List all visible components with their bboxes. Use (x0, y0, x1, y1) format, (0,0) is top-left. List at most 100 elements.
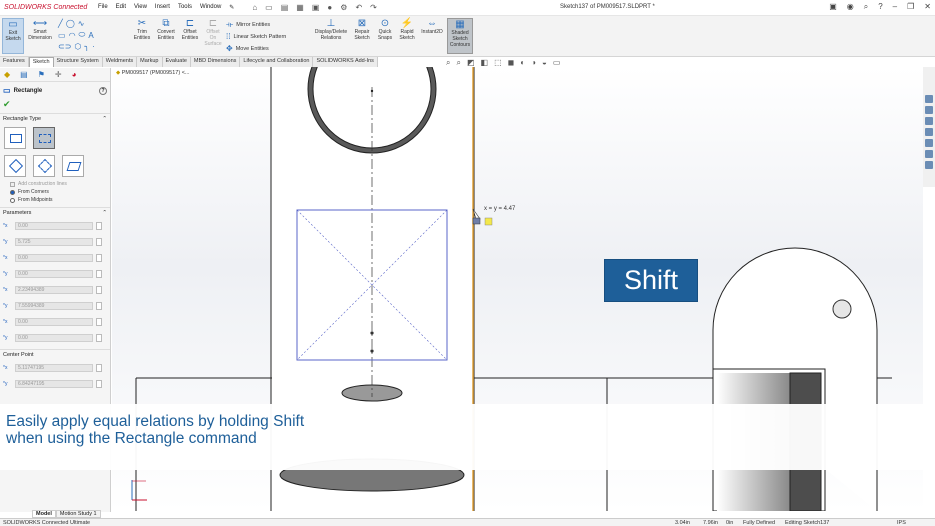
mirror-entities-button[interactable]: ⟛ Mirror Entities (226, 20, 270, 30)
parallelogram-button[interactable] (62, 155, 84, 177)
exit-sketch-button[interactable]: ▭ Exit Sketch (2, 18, 24, 54)
forum-icon[interactable] (925, 161, 933, 169)
param-field[interactable]: 0.00 (15, 254, 93, 262)
param-field[interactable]: 7.55994389 (15, 302, 93, 310)
spline-icon[interactable]: ∿ (78, 19, 85, 28)
polygon-icon[interactable]: ⬡ (74, 42, 81, 51)
menu-view[interactable]: View (134, 4, 147, 11)
display-manager-tab-icon[interactable]: ◕ (72, 70, 77, 79)
home-icon[interactable]: ⌂ (252, 3, 257, 12)
spinner[interactable] (96, 318, 102, 326)
param-field[interactable]: 5.725 (15, 238, 93, 246)
open-icon[interactable]: ▤ (281, 3, 289, 12)
line-icon[interactable]: ╱ (58, 19, 63, 28)
quick-snaps-button[interactable]: ⊙ Quick Snaps (375, 18, 395, 41)
smart-dimension-button[interactable]: ⟷ Smart Dimension (26, 18, 54, 41)
param-field[interactable]: 0.00 (15, 222, 93, 230)
rapid-sketch-button[interactable]: ⚡ Rapid Sketch (397, 18, 417, 41)
dimxpert-tab-icon[interactable]: ✛ (55, 70, 62, 79)
spinner[interactable] (96, 270, 102, 278)
param-field[interactable]: 2.23494389 (15, 286, 93, 294)
status-units[interactable]: IPS (897, 520, 906, 526)
tab-model[interactable]: Model (32, 510, 56, 518)
menu-file[interactable]: File (98, 4, 108, 11)
file-explorer-icon[interactable] (925, 117, 933, 125)
design-library-icon[interactable] (925, 106, 933, 114)
spinner[interactable] (96, 364, 102, 372)
trim-entities-button[interactable]: ✂ Trim Entities (132, 18, 152, 41)
menu-insert[interactable]: Insert (155, 4, 170, 11)
spinner[interactable] (96, 334, 102, 342)
save-icon[interactable]: ▣ (312, 3, 320, 12)
spinner[interactable] (96, 380, 102, 388)
help-icon[interactable]: ? (878, 2, 882, 12)
tab-sketch[interactable]: Sketch (28, 57, 54, 67)
view-palette-icon[interactable] (925, 128, 933, 136)
tab-weldments[interactable]: Weldments (102, 57, 138, 67)
fillet-icon[interactable]: ╮ (84, 42, 89, 51)
center-y-field[interactable]: 6.84247195 (15, 380, 93, 388)
spinner[interactable] (96, 254, 102, 262)
point-icon[interactable]: · (92, 42, 95, 51)
appearances-icon[interactable] (925, 139, 933, 147)
linear-pattern-button[interactable]: ⁞⁞ Linear Sketch Pattern (226, 32, 286, 41)
from-corners-radio[interactable]: From Corners (0, 188, 110, 196)
rectangle-type-section[interactable]: Rectangle Type ⌃ (0, 113, 110, 124)
corner-rectangle-button[interactable] (4, 127, 26, 149)
redo-icon[interactable]: ↷ (370, 3, 377, 12)
undo-icon[interactable]: ↶ (355, 3, 362, 12)
ok-button[interactable]: ✔ (0, 99, 110, 110)
shaded-sketch-contours-button[interactable]: ▦ Shaded Sketch Contours (447, 18, 473, 54)
parameters-section[interactable]: Parameters ⌃ (0, 207, 110, 218)
custom-properties-icon[interactable] (925, 150, 933, 158)
options-icon[interactable]: ⚙ (340, 3, 347, 12)
tab-motion-study[interactable]: Motion Study 1 (55, 510, 101, 518)
ellipse-icon[interactable]: ⬭ (79, 30, 86, 40)
slot-icon[interactable]: ⊂⊃ (58, 42, 71, 51)
instant2d-button[interactable]: ⇔ Instant2D (420, 18, 444, 35)
minimize-icon[interactable]: – (893, 2, 897, 12)
move-entities-button[interactable]: ✥ Move Entities (226, 44, 269, 53)
from-midpoints-radio[interactable]: From Midpoints (0, 196, 110, 204)
feature-tree-flyout[interactable]: ◆ PM009517 (PM009517) <... (116, 70, 190, 76)
menu-tools[interactable]: Tools (178, 4, 192, 11)
spinner[interactable] (96, 286, 102, 294)
restore-icon[interactable]: ❐ (907, 2, 914, 12)
tab-structure-system[interactable]: Structure System (53, 57, 103, 67)
display-delete-relations-button[interactable]: ⊥ Display/Delete Relations (312, 18, 350, 41)
feature-tree-tab-icon[interactable]: ◆ (4, 70, 10, 79)
text-icon[interactable]: A (88, 31, 93, 40)
pin-icon[interactable]: ✎ (229, 4, 234, 11)
rectangle-icon[interactable]: ▭ (58, 31, 66, 40)
arc-icon[interactable]: ◠ (69, 31, 76, 40)
menu-edit[interactable]: Edit (116, 4, 126, 11)
tab-evaluate[interactable]: Evaluate (162, 57, 191, 67)
param-field[interactable]: 0.00 (15, 334, 93, 342)
configuration-tab-icon[interactable]: ⚑ (38, 70, 45, 79)
spinner[interactable] (96, 238, 102, 246)
add-construction-lines-checkbox[interactable]: Add construction lines (0, 180, 110, 188)
circle-icon[interactable]: ◯ (66, 19, 75, 28)
3-point-corner-rectangle-button[interactable] (4, 155, 26, 177)
rebuild-icon[interactable]: ● (327, 3, 332, 12)
search-icon[interactable]: ⌕ (864, 2, 868, 12)
print-icon[interactable]: ▦ (296, 3, 304, 12)
tab-lifecycle[interactable]: Lifecycle and Collaboration (240, 57, 314, 67)
user-icon[interactable]: ◉ (847, 2, 854, 12)
tab-mbd-dimensions[interactable]: MBD Dimensions (190, 57, 241, 67)
resources-icon[interactable] (925, 95, 933, 103)
center-x-field[interactable]: 5.11747195 (15, 364, 93, 372)
repair-sketch-button[interactable]: ⊠ Repair Sketch (352, 18, 372, 41)
param-field[interactable]: 0.00 (15, 318, 93, 326)
convert-entities-button[interactable]: ⧉ Convert Entities (155, 18, 177, 41)
menu-window[interactable]: Window (200, 4, 221, 11)
spinner[interactable] (96, 222, 102, 230)
tab-markup[interactable]: Markup (137, 57, 163, 67)
param-field[interactable]: 0.00 (15, 270, 93, 278)
terminal-icon[interactable]: ▣ (829, 2, 837, 12)
new-document-icon[interactable]: ▭ (265, 3, 273, 12)
help-icon[interactable]: ? (99, 86, 107, 95)
offset-entities-button[interactable]: ⊏ Offset Entities (180, 18, 200, 41)
close-icon[interactable]: ✕ (924, 2, 931, 12)
tab-addins[interactable]: SOLIDWORKS Add-Ins (313, 57, 378, 67)
